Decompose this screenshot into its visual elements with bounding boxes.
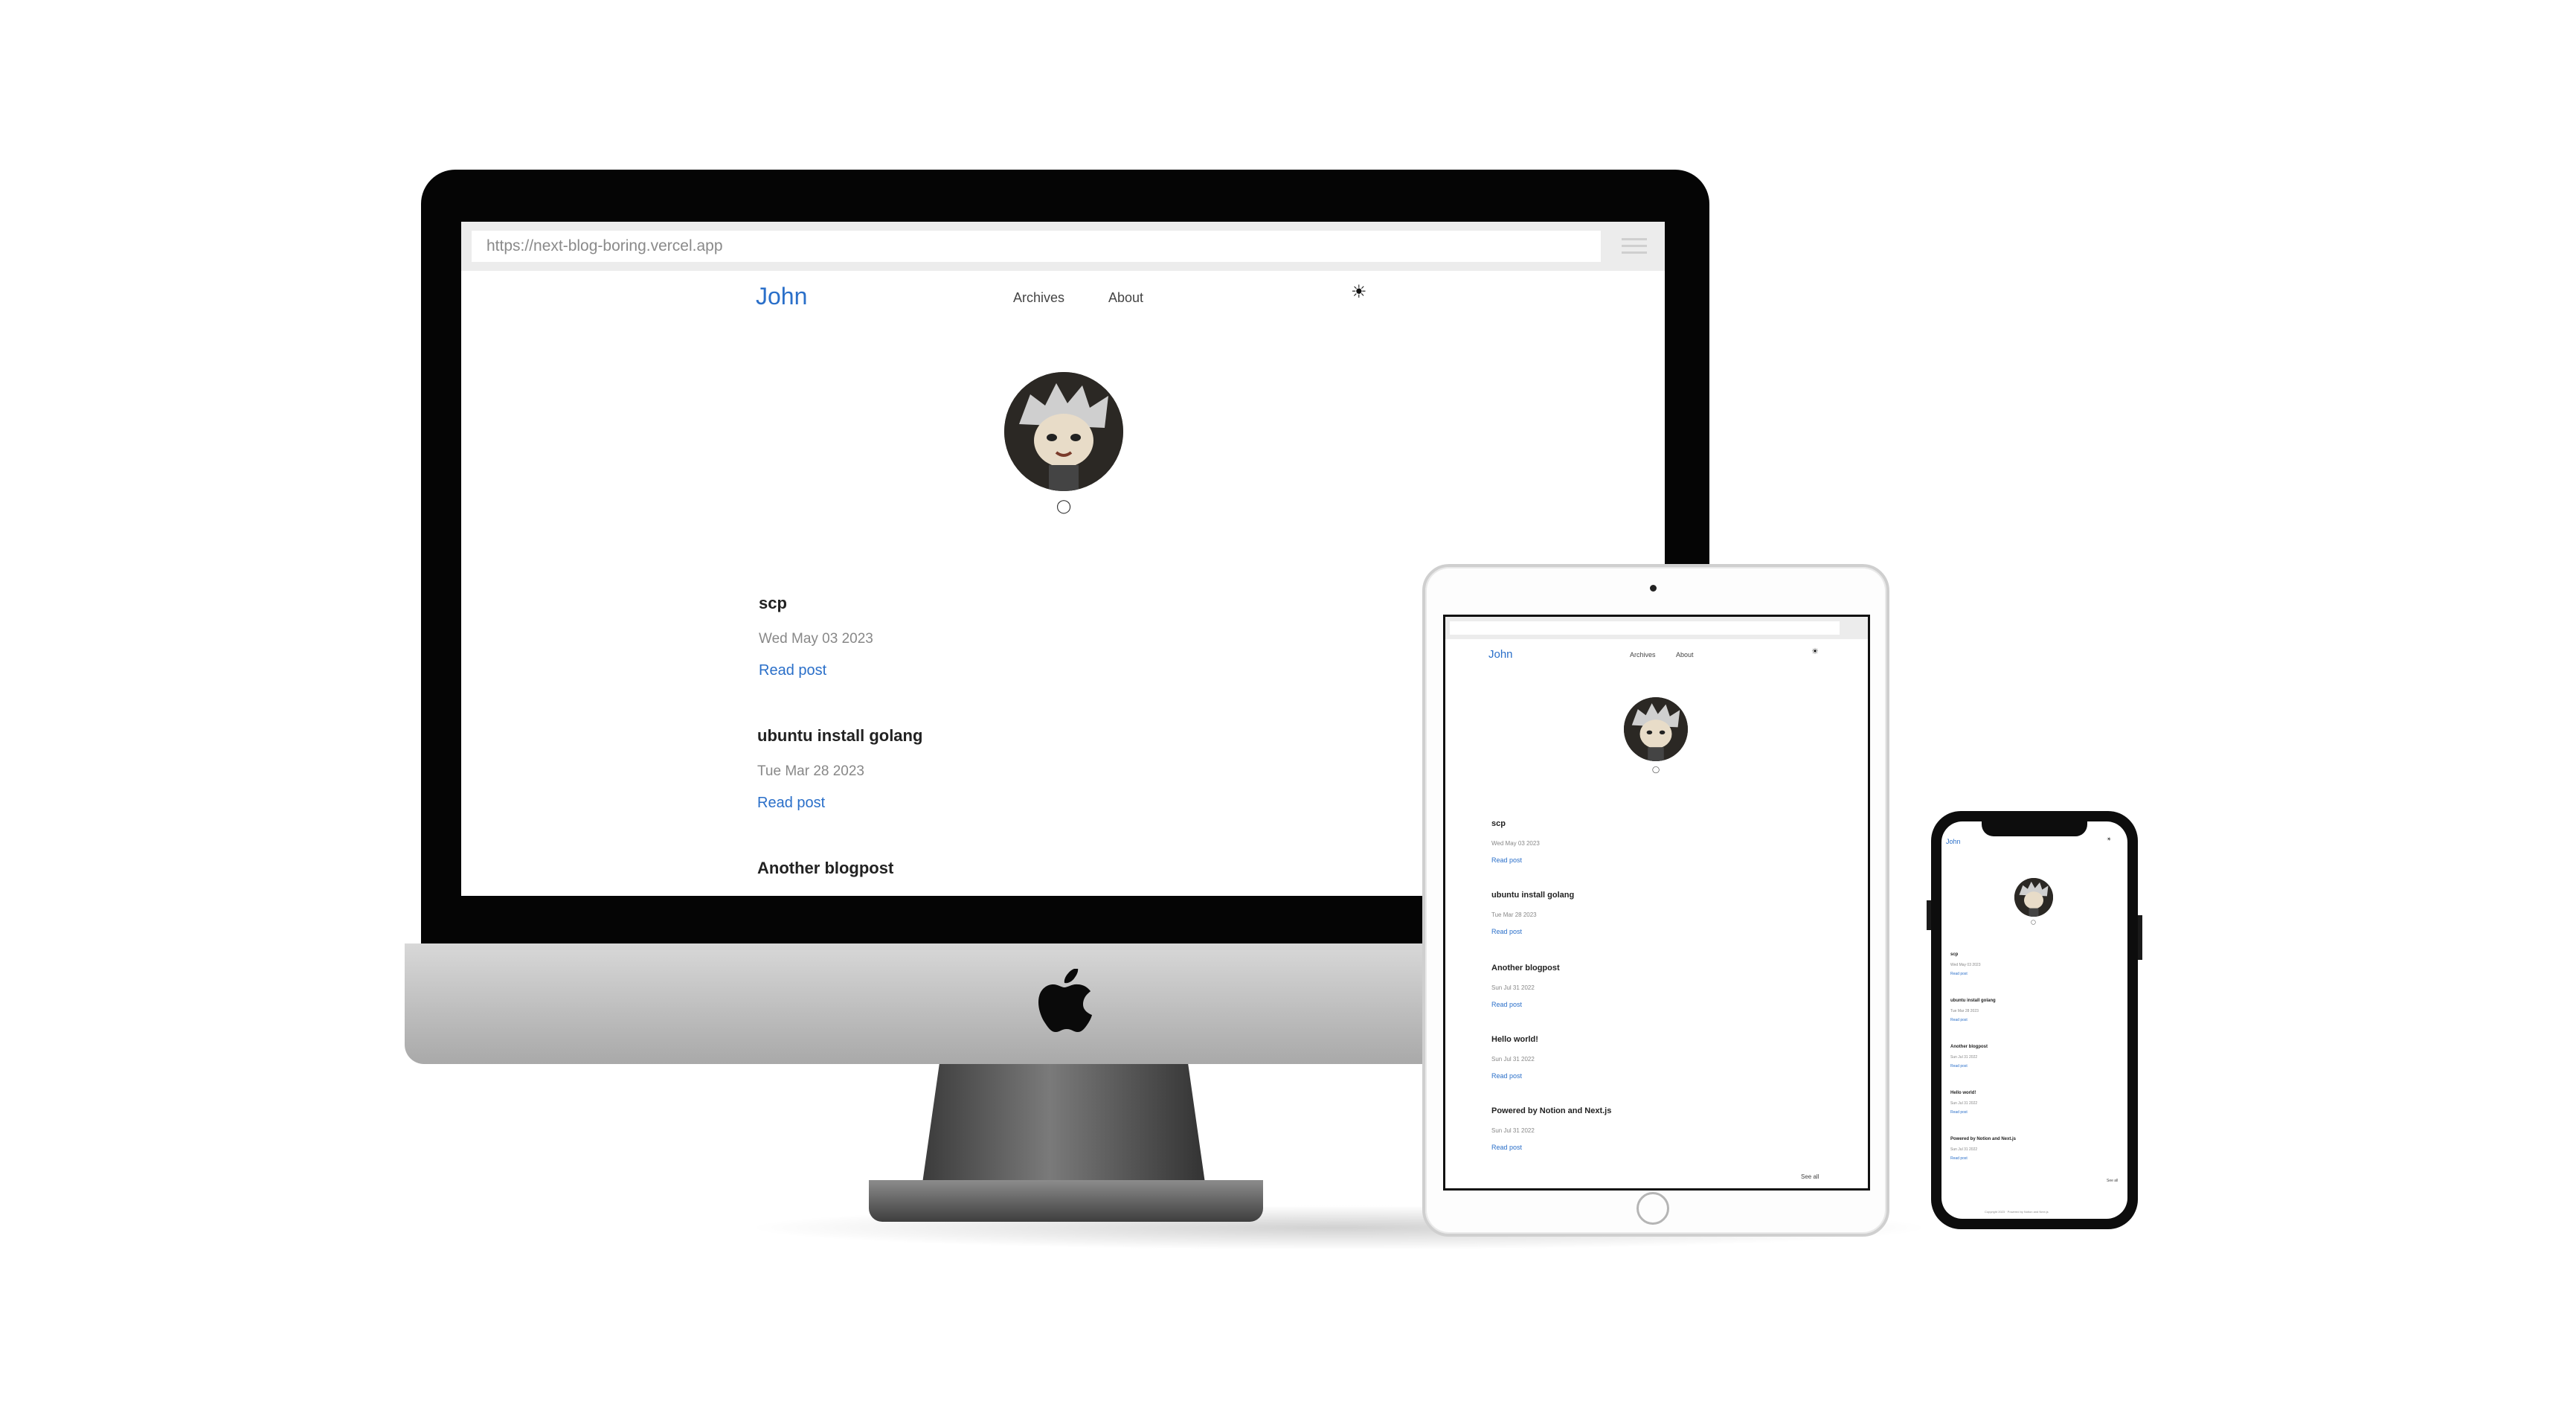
post-title[interactable]: Another blogpost: [1491, 964, 1560, 973]
post-date: Wed May 03 2023: [759, 631, 873, 647]
ipad-home-button: [1637, 1192, 1669, 1225]
avatar-illustration: [1004, 372, 1123, 491]
avatar: [1624, 697, 1688, 761]
iphone-screen: John ☀ ◯ scp Wed May 03 2023 Read post u…: [1941, 821, 2127, 1219]
site-title[interactable]: John: [756, 283, 807, 310]
github-icon[interactable]: ◯: [2031, 920, 2036, 925]
sun-icon[interactable]: ☀: [1811, 647, 1819, 656]
read-post-link[interactable]: Read post: [1950, 1156, 1968, 1161]
read-post-link[interactable]: Read post: [1491, 856, 1522, 864]
iphone-side-button: [2138, 915, 2142, 960]
avatar: [2014, 878, 2053, 917]
read-post-link[interactable]: Read post: [1950, 972, 1968, 976]
nav-about[interactable]: About: [1676, 651, 1694, 659]
post-title[interactable]: ubuntu install golang: [1491, 891, 1574, 900]
post-date: Wed May 03 2023: [1491, 840, 1540, 847]
post-title[interactable]: scp: [1950, 952, 1958, 957]
browser-toolbar: [1445, 617, 1868, 639]
post-title[interactable]: Hello world!: [1950, 1091, 1976, 1095]
imac-stand-foot: [869, 1180, 1263, 1222]
iphone-notch: [1982, 821, 2087, 836]
github-icon[interactable]: ◯: [1652, 766, 1660, 774]
post-date: Sun Jul 31 2022: [1491, 984, 1535, 991]
apple-logo-icon: [1038, 969, 1092, 1032]
site-title[interactable]: John: [1488, 648, 1513, 661]
browser-toolbar: https://next-blog-boring.vercel.app: [461, 222, 1665, 271]
post-title[interactable]: Powered by Notion and Next.js: [1491, 1106, 1611, 1115]
see-all-link[interactable]: See all: [1801, 1173, 1819, 1180]
avatar-illustration: [1624, 697, 1688, 761]
nav-archives[interactable]: Archives: [1630, 651, 1656, 659]
read-post-link[interactable]: Read post: [1950, 1064, 1968, 1068]
hamburger-menu-icon[interactable]: [1622, 238, 1647, 254]
post-title[interactable]: ubuntu install golang: [1950, 999, 1996, 1003]
ipad-camera: [1650, 585, 1657, 592]
read-post-link[interactable]: Read post: [1950, 1110, 1968, 1115]
nav-about[interactable]: About: [1108, 290, 1143, 306]
see-all-link[interactable]: See all: [2107, 1179, 2118, 1183]
github-icon[interactable]: ◯: [1056, 499, 1071, 514]
read-post-link[interactable]: Read post: [759, 662, 826, 679]
sun-icon[interactable]: ☀: [1351, 281, 1367, 303]
imac-stand-neck: [922, 1064, 1205, 1183]
read-post-link[interactable]: Read post: [1491, 1144, 1522, 1151]
post-date: Tue Mar 28 2023: [1491, 911, 1537, 918]
post-title[interactable]: ubuntu install golang: [757, 726, 922, 746]
post-date: Wed May 03 2023: [1950, 963, 1981, 967]
post-date: Tue Mar 28 2023: [757, 763, 864, 779]
url-bar[interactable]: [1450, 621, 1840, 635]
post-title[interactable]: scp: [759, 594, 787, 613]
post-title[interactable]: Another blogpost: [1950, 1045, 1988, 1049]
post-date: Sun Jul 31 2022: [1950, 1055, 1978, 1060]
footer-text: Copyright 2023 · Powered by Notion and N…: [1985, 1210, 2049, 1214]
avatar-illustration: [2014, 878, 2053, 917]
post-date: Sun Jul 31 2022: [1950, 1101, 1978, 1106]
read-post-link[interactable]: Read post: [1491, 1001, 1522, 1008]
post-title[interactable]: scp: [1491, 819, 1506, 828]
post-title[interactable]: Another blogpost: [757, 859, 893, 878]
post-date: Sun Jul 31 2022: [1491, 1056, 1535, 1063]
read-post-link[interactable]: Read post: [1491, 1072, 1522, 1080]
ipad-screen: John Archives About ☀ ◯ scp Wed May 03 2…: [1443, 615, 1870, 1191]
read-post-link[interactable]: Read post: [1950, 1018, 1968, 1022]
post-date: Sun Jul 31 2022: [1950, 1147, 1978, 1152]
nav-archives[interactable]: Archives: [1013, 290, 1064, 306]
post-date: Sun Jul 31 2022: [1491, 1127, 1535, 1134]
post-title[interactable]: Powered by Notion and Next.js: [1950, 1137, 2016, 1141]
site-title[interactable]: John: [1946, 838, 1961, 845]
sun-icon[interactable]: ☀: [2107, 836, 2111, 842]
read-post-link[interactable]: Read post: [757, 795, 825, 812]
post-date: Tue Mar 28 2023: [1950, 1009, 1979, 1013]
post-title[interactable]: Hello world!: [1491, 1035, 1538, 1044]
avatar: [1004, 372, 1123, 491]
read-post-link[interactable]: Read post: [1491, 928, 1522, 935]
url-bar[interactable]: https://next-blog-boring.vercel.app: [472, 231, 1601, 262]
